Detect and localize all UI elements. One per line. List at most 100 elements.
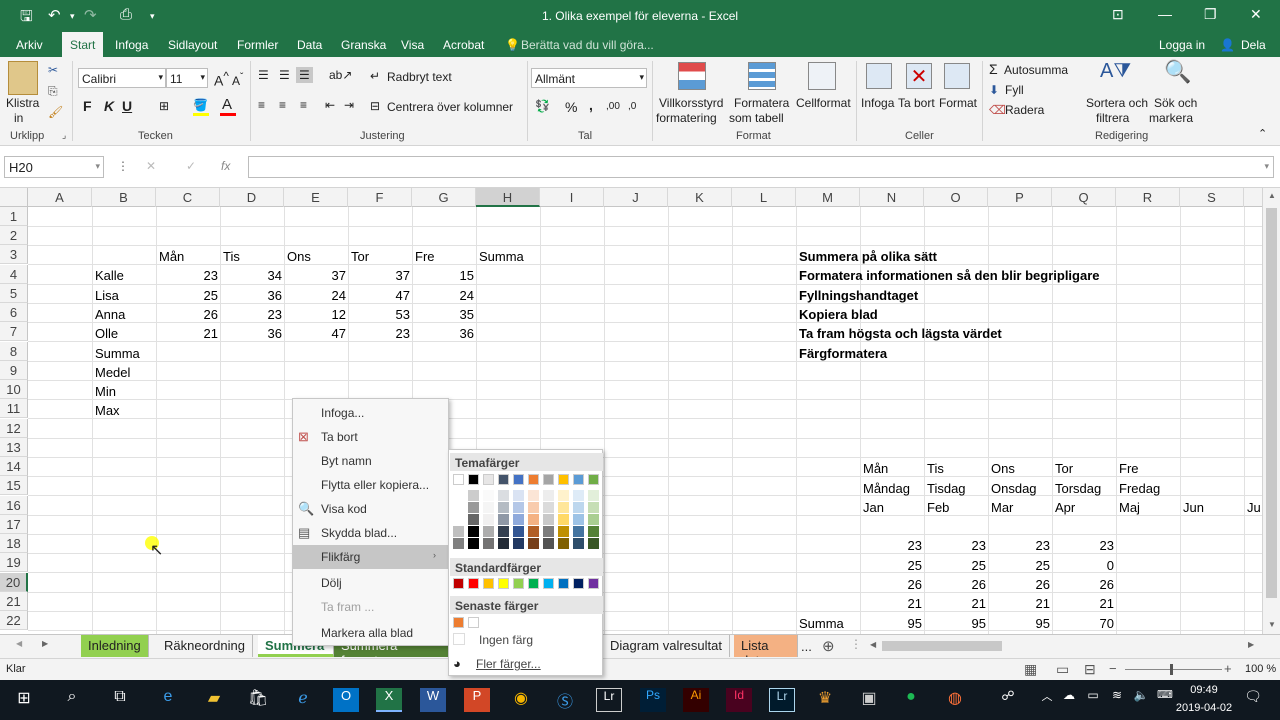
cell-day-long[interactable]: Tisdag <box>927 478 966 497</box>
scroll-up-icon[interactable]: ▲ <box>1268 191 1276 200</box>
theme-shade-swatch[interactable] <box>453 490 464 501</box>
sheet-tab-lista-data[interactable]: Lista data <box>734 635 798 657</box>
recent-color-swatch[interactable] <box>453 617 464 628</box>
insert-function-icon[interactable]: fx <box>221 159 230 173</box>
standard-color-swatch[interactable] <box>573 578 584 589</box>
cell-day-long[interactable]: Måndag <box>863 478 910 497</box>
row-header[interactable]: 18 <box>0 534 28 553</box>
photoshop-icon[interactable]: Ps <box>640 688 666 712</box>
tab-data[interactable]: Data <box>297 38 322 52</box>
add-sheet-icon[interactable]: ⊕ <box>822 637 835 655</box>
normal-view-icon[interactable]: ▦ <box>1024 661 1037 678</box>
column-header[interactable]: A <box>28 188 92 207</box>
standard-color-swatch[interactable] <box>528 578 539 589</box>
sheet-tab-inledning[interactable]: Inledning <box>81 635 149 657</box>
cell-value[interactable]: 23 <box>924 535 986 554</box>
onedrive-icon[interactable]: ☁ <box>1056 688 1082 712</box>
sheet-tab-diagram[interactable]: Diagram valresultat <box>603 635 730 657</box>
theme-shade-swatch[interactable] <box>528 538 539 549</box>
row-header[interactable]: 11 <box>0 399 28 418</box>
restore-icon[interactable]: ❐ <box>1204 6 1217 23</box>
cell-header[interactable]: Ons <box>287 246 311 265</box>
lightroom-icon[interactable]: Lr <box>769 688 795 712</box>
cell-value[interactable]: 95 <box>988 613 1050 632</box>
menu-item-hide[interactable]: Dölj <box>293 571 448 595</box>
theme-shade-swatch[interactable] <box>588 538 599 549</box>
cell-task[interactable]: Fyllningshandtaget <box>799 285 918 304</box>
comma-style-button[interactable]: , <box>589 97 593 113</box>
format-cells-button[interactable]: Format <box>939 96 977 110</box>
theme-shade-swatch[interactable] <box>528 526 539 537</box>
scroll-right-icon[interactable]: ▶ <box>1248 640 1254 649</box>
row-header[interactable]: 5 <box>0 284 28 303</box>
theme-shade-swatch[interactable] <box>513 538 524 549</box>
theme-shade-swatch[interactable] <box>588 514 599 525</box>
row-header[interactable]: 6 <box>0 303 28 322</box>
align-right-icon[interactable]: ≡ <box>300 98 307 112</box>
more-colors-option[interactable]: Fler färger... <box>476 657 541 671</box>
theme-shade-swatch[interactable] <box>483 526 494 537</box>
theme-shade-swatch[interactable] <box>498 514 509 525</box>
find-select-button-2[interactable]: markera <box>1149 111 1193 125</box>
cell-value[interactable]: 21 <box>924 593 986 612</box>
column-header-selected[interactable]: H <box>476 188 540 207</box>
page-layout-icon[interactable]: ▭ <box>1056 661 1069 678</box>
cell-value[interactable]: 25 <box>924 555 986 574</box>
row-header[interactable]: 13 <box>0 438 28 457</box>
volume-icon[interactable]: 🔈 <box>1128 688 1154 712</box>
standard-color-swatch[interactable] <box>468 578 479 589</box>
tab-sidlayout[interactable]: Sidlayout <box>168 38 217 52</box>
clear-button[interactable]: Radera <box>1005 103 1044 117</box>
conditional-formatting-icon[interactable] <box>678 62 706 90</box>
row-header[interactable]: 9 <box>0 361 28 380</box>
align-center-icon[interactable]: ≡ <box>279 98 286 112</box>
collapse-ribbon-icon[interactable]: ⌃ <box>1258 127 1267 140</box>
tab-arkiv[interactable]: Arkiv <box>16 38 43 52</box>
theme-shade-swatch[interactable] <box>573 538 584 549</box>
align-bottom-icon[interactable]: ☰ <box>296 67 313 83</box>
conditional-formatting-button[interactable]: Villkorsstyrd <box>659 96 723 110</box>
cell-value[interactable]: 70 <box>1052 613 1114 632</box>
font-name-select[interactable]: Calibri ▾ <box>78 68 166 88</box>
theme-shade-swatch[interactable] <box>483 490 494 501</box>
italic-button[interactable]: K <box>104 98 114 114</box>
cell-value[interactable]: 12 <box>284 304 346 323</box>
theme-color-swatch[interactable] <box>513 474 524 485</box>
cell-value[interactable]: 26 <box>988 574 1050 593</box>
cell-month[interactable]: Jan <box>863 497 884 516</box>
cell-value[interactable]: 23 <box>1052 535 1114 554</box>
column-header[interactable]: Q <box>1052 188 1116 207</box>
menu-item-tab-color[interactable]: Flikfärg <box>293 545 448 569</box>
row-header[interactable]: 21 <box>0 592 28 611</box>
column-header[interactable]: O <box>924 188 988 207</box>
cell-header[interactable]: Tor <box>351 246 369 265</box>
formula-input[interactable]: ▾ <box>248 156 1274 178</box>
powerpoint-icon[interactable]: P <box>464 688 490 712</box>
cell-value[interactable]: 23 <box>988 535 1050 554</box>
format-painter-icon[interactable]: 🖌 <box>48 105 63 119</box>
column-header[interactable]: S <box>1180 188 1244 207</box>
cell-day-long[interactable]: Fredag <box>1119 478 1160 497</box>
cell-day-long[interactable]: Onsdag <box>991 478 1037 497</box>
tab-start[interactable]: Start <box>62 32 104 57</box>
theme-shade-swatch[interactable] <box>513 514 524 525</box>
sheet-tab-rakneordning[interactable]: Räkneordning <box>157 635 253 657</box>
cell-label[interactable]: Medel <box>95 362 130 381</box>
row-header[interactable]: 17 <box>0 515 28 534</box>
theme-shade-swatch[interactable] <box>573 490 584 501</box>
excel-taskbar-icon[interactable]: X <box>376 688 402 712</box>
theme-shade-swatch[interactable] <box>558 538 569 549</box>
format-as-table-icon[interactable] <box>748 62 776 90</box>
cell-value[interactable]: 47 <box>348 285 410 304</box>
ribbon-display-icon[interactable]: ⊡ <box>1112 6 1124 23</box>
minimize-icon[interactable]: — <box>1158 6 1172 22</box>
clear-icon[interactable]: ⌫ <box>989 103 1006 117</box>
cell-task[interactable]: Färgformatera <box>799 343 887 362</box>
illustrator-icon[interactable]: Ai <box>683 688 709 712</box>
orientation-icon[interactable]: ab↗ <box>329 68 352 82</box>
spotify-icon[interactable]: ● <box>898 688 924 712</box>
tab-formler[interactable]: Formler <box>237 38 278 52</box>
column-header[interactable]: R <box>1116 188 1180 207</box>
delete-cells-icon[interactable]: ✕ <box>906 63 932 89</box>
theme-shade-swatch[interactable] <box>558 514 569 525</box>
